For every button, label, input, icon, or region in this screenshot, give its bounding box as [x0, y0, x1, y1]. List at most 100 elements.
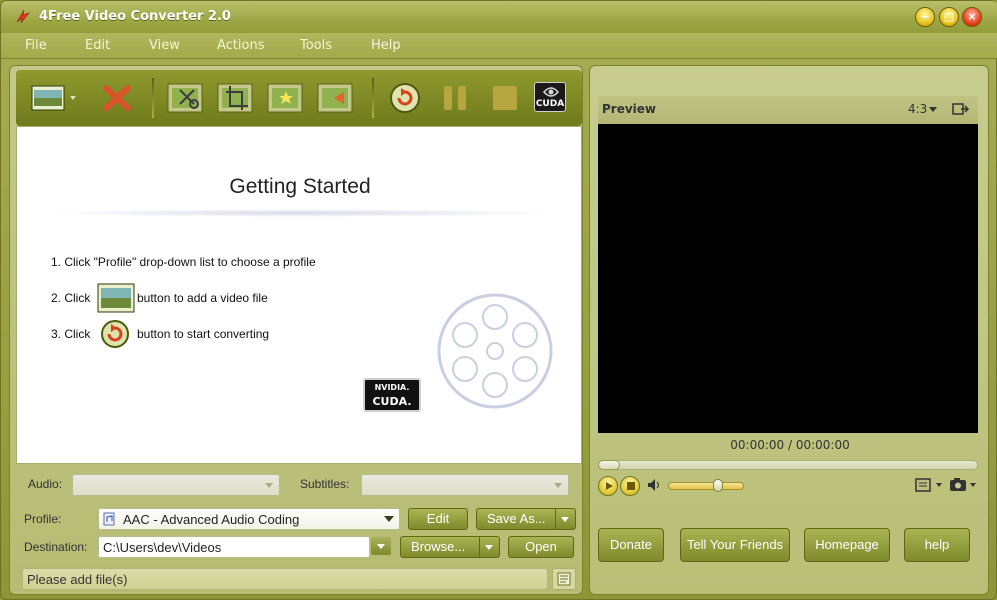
- convert-step-icon: [101, 320, 129, 348]
- maximize-button[interactable]: □: [939, 7, 959, 27]
- add-video-icon[interactable]: [30, 82, 78, 114]
- time-display: 00:00:00 / 00:00:00: [730, 438, 850, 452]
- minimize-button[interactable]: −: [915, 7, 935, 27]
- destination-history-button[interactable]: [370, 536, 392, 558]
- nvidia-cuda-badge: NVIDIA. CUDA.: [363, 378, 421, 412]
- camera-icon[interactable]: [948, 476, 982, 494]
- status-bar: Please add file(s): [22, 568, 548, 590]
- profile-value: AAC - Advanced Audio Coding: [123, 512, 300, 527]
- seek-bar[interactable]: [598, 460, 978, 470]
- volume-slider[interactable]: [668, 482, 744, 490]
- status-text: Please add file(s): [27, 572, 128, 587]
- chevron-down-icon: [377, 544, 385, 549]
- getting-started-title: Getting Started: [229, 175, 371, 198]
- menu-help[interactable]: Help: [371, 38, 401, 53]
- pause-icon[interactable]: [438, 82, 472, 114]
- stop-preview-button[interactable]: [620, 476, 640, 496]
- app-window: 4Free Video Converter 2.0 − □ × File Edi…: [0, 0, 997, 600]
- seek-handle[interactable]: [598, 460, 620, 470]
- aspect-ratio-select[interactable]: 4:3: [908, 102, 937, 116]
- menu-view[interactable]: View: [149, 38, 180, 53]
- close-button[interactable]: ×: [962, 7, 982, 27]
- save-as-label: Save As...: [487, 511, 546, 526]
- edit-button[interactable]: Edit: [408, 508, 468, 530]
- getting-started-panel: Getting Started 1. Click "Profile" drop-…: [16, 126, 582, 464]
- destination-value: C:\Users\dev\Videos: [103, 540, 222, 555]
- title-bar[interactable]: 4Free Video Converter 2.0 − □ ×: [1, 1, 997, 33]
- volume-handle[interactable]: [712, 479, 723, 492]
- step-3-suffix: button to start converting: [137, 327, 270, 341]
- menu-file[interactable]: File: [25, 38, 47, 53]
- title-underline: [41, 209, 561, 217]
- chevron-down-icon: [265, 483, 273, 488]
- left-panel: CUDA Getting Started 1. Click "Profile" …: [9, 65, 583, 595]
- chevron-down-icon: [561, 517, 569, 522]
- badge-cuda-text: CUDA.: [372, 395, 412, 408]
- maximize-icon: □: [943, 10, 955, 23]
- chevron-down-icon: [384, 516, 394, 522]
- audio-select[interactable]: [72, 474, 280, 496]
- app-logo-icon: [16, 9, 30, 24]
- play-icon: [606, 482, 613, 490]
- stop-icon: [627, 482, 635, 490]
- toolbar-separator: [152, 78, 154, 118]
- audio-file-icon: [103, 512, 115, 526]
- volume-icon[interactable]: [646, 477, 662, 493]
- merge-icon[interactable]: [316, 82, 354, 114]
- browse-button[interactable]: Browse...: [400, 536, 500, 558]
- menu-tools[interactable]: Tools: [300, 38, 332, 53]
- toolbar-separator: [372, 78, 374, 118]
- add-video-step-icon: [97, 283, 135, 313]
- badge-nvidia-text: NVIDIA.: [374, 383, 410, 392]
- step-2-prefix: 2. Click: [51, 291, 91, 305]
- step-3-prefix: 3. Click: [51, 327, 91, 341]
- crop-icon[interactable]: [216, 82, 254, 114]
- fullscreen-icon[interactable]: [952, 101, 970, 117]
- chevron-down-icon: [554, 483, 562, 488]
- window-title: 4Free Video Converter 2.0: [39, 9, 231, 24]
- film-reel-watermark-icon: [437, 293, 553, 409]
- chevron-down-icon: [485, 545, 493, 550]
- browse-label: Browse...: [411, 539, 466, 554]
- effect-icon[interactable]: [266, 82, 304, 114]
- homepage-button[interactable]: Homepage: [804, 528, 890, 562]
- browse-dropdown[interactable]: [479, 537, 499, 557]
- stop-icon[interactable]: [488, 82, 522, 114]
- menu-actions[interactable]: Actions: [217, 38, 265, 53]
- cuda-button[interactable]: CUDA: [534, 82, 566, 112]
- chevron-down-icon: [929, 107, 937, 112]
- step-1-text: 1. Click "Profile" drop-down list to cho…: [51, 255, 316, 269]
- log-icon: [557, 572, 571, 586]
- subtitles-select[interactable]: [361, 474, 569, 496]
- open-button[interactable]: Open: [508, 536, 574, 558]
- video-preview[interactable]: [598, 124, 978, 433]
- help-button[interactable]: help: [904, 528, 970, 562]
- preview-panel: Preview 4:3 00:00:00 / 00:00:00 Donate T…: [589, 65, 989, 595]
- audio-label: Audio:: [28, 477, 63, 491]
- subtitles-label: Subtitles:: [300, 477, 350, 491]
- donate-button[interactable]: Donate: [598, 528, 664, 562]
- convert-icon[interactable]: [388, 82, 422, 114]
- save-as-button[interactable]: Save As...: [476, 508, 576, 530]
- step-2-suffix: button to add a video file: [137, 291, 268, 305]
- cuda-label: CUDA: [535, 99, 565, 109]
- log-button[interactable]: [552, 568, 576, 590]
- destination-label: Destination:: [24, 540, 88, 554]
- destination-field[interactable]: C:\Users\dev\Videos: [98, 536, 370, 558]
- play-button[interactable]: [598, 476, 618, 496]
- nvidia-eye-icon: [543, 87, 559, 97]
- minimize-icon: −: [920, 10, 930, 23]
- tell-your-friends-button[interactable]: Tell Your Friends: [680, 528, 790, 562]
- audio-subtitle-row: Audio: Subtitles:: [16, 470, 582, 496]
- snapshot-folder-icon[interactable]: [914, 476, 948, 494]
- toolbar: CUDA: [16, 70, 582, 126]
- close-icon: ×: [967, 10, 977, 23]
- destination-dropdown[interactable]: [371, 537, 391, 555]
- delete-icon[interactable]: [100, 82, 134, 114]
- save-as-dropdown[interactable]: [555, 509, 575, 529]
- preview-title: Preview: [602, 102, 657, 116]
- aspect-ratio-value: 4:3: [908, 102, 928, 116]
- menu-edit[interactable]: Edit: [85, 38, 110, 53]
- trim-icon[interactable]: [166, 82, 204, 114]
- profile-select[interactable]: AAC - Advanced Audio Coding: [98, 508, 400, 530]
